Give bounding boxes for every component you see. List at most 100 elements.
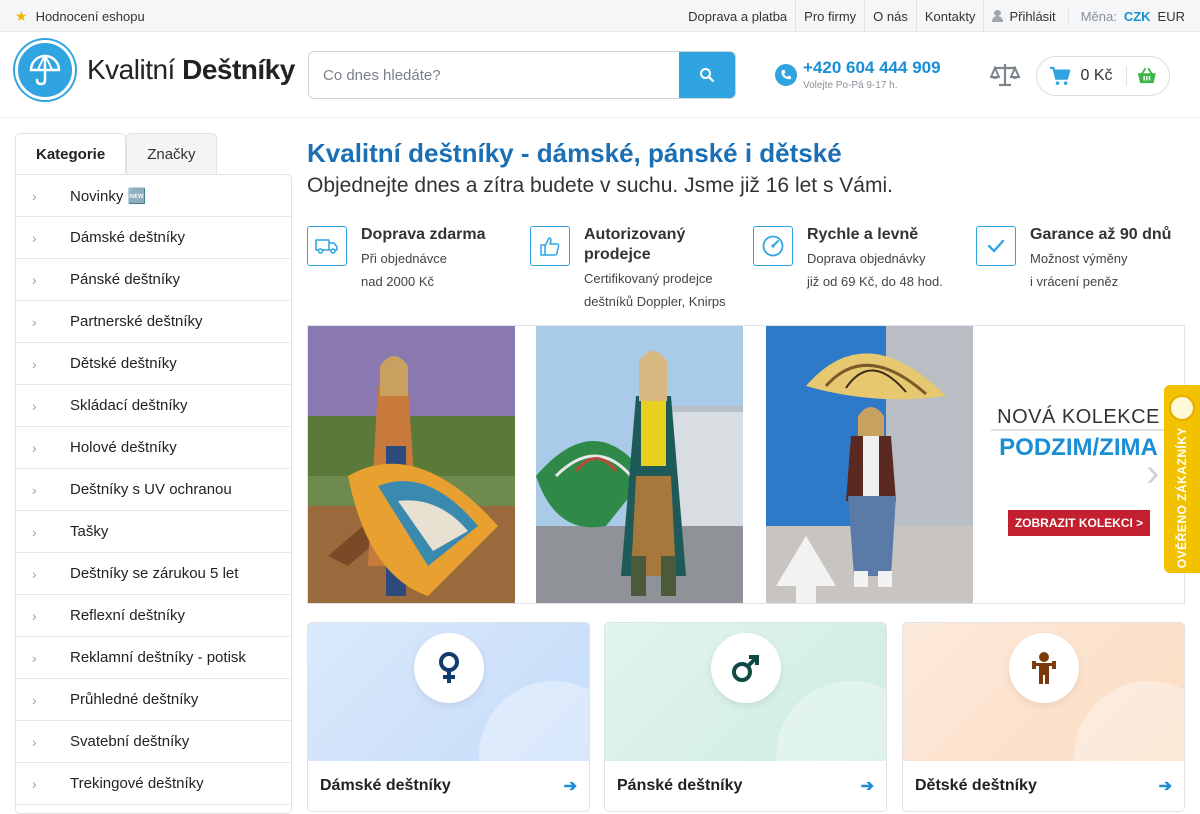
banner-divider [991, 429, 1166, 431]
arrow-right-icon: ➔ [563, 778, 577, 795]
card-label: Dámské deštníky [320, 777, 451, 794]
phone-contact[interactable]: +420 604 444 909 Volejte Po-Pá 9-17 h. [775, 58, 941, 91]
arrow-right-icon: ➔ [1158, 778, 1172, 795]
compare-scales-icon[interactable] [989, 62, 1021, 88]
link-business[interactable]: Pro firmy [795, 0, 864, 32]
cart-divider [1126, 66, 1128, 86]
currency-czk[interactable]: CZK [1124, 9, 1151, 24]
search-input[interactable] [309, 52, 679, 98]
verified-badge-label: OVĚŘENO ZÁKAZNÍKY [1175, 427, 1189, 569]
phone-icon [775, 64, 797, 86]
chevron-right-icon: › [32, 691, 37, 708]
card-footer: Dětské deštníky ➔ [903, 761, 1184, 811]
usp-line1: Certifikovaný prodejce [584, 271, 713, 286]
sidebar-item-label: Reklamní deštníky - potisk [70, 649, 246, 666]
banner-line2: PODZIM/ZIMA [999, 434, 1158, 461]
search-box [308, 51, 736, 99]
chevron-right-icon: › [32, 481, 37, 498]
female-icon [414, 633, 484, 703]
logo[interactable]: Kvalitní Deštníky [15, 40, 295, 100]
link-about[interactable]: O nás [864, 0, 916, 32]
sidebar-item-skladaci[interactable]: › Skládací deštníky [16, 385, 291, 427]
card-footer: Pánské deštníky ➔ [605, 761, 886, 811]
sidebar-item-label: Partnerské deštníky [70, 313, 203, 330]
sidebar-item-zaruka[interactable]: › Deštníky se zárukou 5 let [16, 553, 291, 595]
card-visual [903, 623, 1184, 761]
sidebar-item-label: Průhledné deštníky [70, 691, 199, 708]
chevron-right-icon: › [32, 733, 37, 750]
sidebar-item-label: Tašky [70, 523, 109, 540]
sidebar-item-reklamni[interactable]: › Reklamní deštníky - potisk [16, 637, 291, 679]
cart-total: 0 Kč [1080, 67, 1113, 84]
chevron-right-icon: › [32, 439, 37, 456]
chevron-right-icon: › [32, 523, 37, 540]
usp-line2: deštníků Doppler, Knirps [584, 294, 726, 309]
usp-line1: Při objednávce [361, 251, 447, 266]
chevron-right-icon: › [32, 271, 37, 288]
category-card-kids[interactable]: Dětské deštníky ➔ [902, 622, 1185, 812]
chevron-right-icon: › [32, 397, 37, 414]
verified-badge[interactable]: OVĚŘENO ZÁKAZNÍKY [1164, 385, 1200, 573]
card-decoration [776, 681, 886, 761]
header: Kvalitní Deštníky +420 604 444 909 Volej… [0, 32, 1200, 118]
currency-eur[interactable]: EUR [1158, 9, 1185, 24]
sidebar-item-holove[interactable]: › Holové deštníky [16, 427, 291, 469]
category-list: › Novinky 🆕 › Dámské deštníky › Pánské dešt… [15, 174, 292, 814]
thumbs-up-icon [530, 226, 570, 266]
sidebar-item-trekingove[interactable]: › Trekingové deštníky [16, 763, 291, 805]
chevron-right-icon[interactable]: › [1146, 451, 1159, 496]
cart-button[interactable]: 0 Kč [1036, 56, 1170, 96]
card-label: Dětské deštníky [915, 777, 1037, 794]
chevron-right-icon: › [32, 775, 37, 792]
login-link[interactable]: Přihlásit [983, 0, 1063, 32]
promo-banner[interactable]: NOVÁ KOLEKCE PODZIM/ZIMA ZOBRAZIT KOLEKC… [307, 325, 1185, 604]
sidebar-item-svatebni[interactable]: › Svatební deštníky [16, 721, 291, 763]
sidebar-item-tasky[interactable]: › Tašky [16, 511, 291, 553]
page-title: Kvalitní deštníky - dámské, pánské i dět… [307, 138, 842, 168]
category-card-women[interactable]: Dámské deštníky ➔ [307, 622, 590, 812]
banner-photo-woman-colorful-umbrella [308, 326, 515, 603]
sidebar-item-label: Pánské deštníky [70, 271, 181, 288]
usp-free-shipping: Doprava zdarma Při objednávce nad 2000 K… [307, 226, 517, 293]
basket-icon [1138, 67, 1157, 84]
banner-cta-button[interactable]: ZOBRAZIT KOLEKCI > [1008, 510, 1150, 536]
usp-line2: již od 69 Kč, do 48 hod. [807, 274, 943, 289]
link-contacts[interactable]: Kontakty [915, 0, 984, 32]
banner-photo-woman-yellow-umbrella [766, 326, 973, 603]
sidebar-item-uv[interactable]: › Deštníky s UV ochranou [16, 469, 291, 511]
sidebar-item-novinky[interactable]: › Novinky 🆕 [16, 175, 291, 217]
chevron-right-icon: › [32, 355, 37, 372]
sidebar-item-label: Deštníky se zárukou 5 let [70, 565, 239, 582]
sidebar-item-panske[interactable]: › Pánské deštníky [16, 259, 291, 301]
usp-title: Doprava zdarma [361, 226, 486, 243]
link-shipping[interactable]: Doprava a platba [680, 0, 795, 32]
sidebar-item-detske[interactable]: › Dětské deštníky [16, 343, 291, 385]
arrow-right-icon: ➔ [860, 778, 874, 795]
chevron-right-icon: › [32, 229, 37, 246]
user-icon [992, 10, 1004, 22]
card-label: Pánské deštníky [617, 777, 743, 794]
sidebar-item-label: Reflexní deštníky [70, 607, 186, 624]
tab-brands[interactable]: Značky [126, 133, 217, 175]
shop-rating-link[interactable]: ★ Hodnocení eshopu [15, 0, 145, 32]
card-decoration [1074, 681, 1184, 761]
card-decoration [479, 681, 589, 761]
currency-label: Měna: [1080, 8, 1117, 24]
usp-line1: Doprava objednávky [807, 251, 926, 266]
sidebar-item-damske[interactable]: › Dámské deštníky [16, 217, 291, 259]
cart-icon [1049, 66, 1071, 85]
phone-number[interactable]: +420 604 444 909 [803, 58, 941, 78]
usp-line2: i vrácení peněz [1030, 274, 1119, 289]
card-visual [308, 623, 589, 761]
card-visual [605, 623, 886, 761]
sidebar-item-reflexni[interactable]: › Reflexní deštníky [16, 595, 291, 637]
usp-title: Autorizovaný prodejce [584, 226, 686, 263]
tab-categories[interactable]: Kategorie [15, 133, 127, 175]
top-links: Doprava a platba Pro firmy O nás Kontakt… [680, 0, 1185, 32]
search-button[interactable] [679, 52, 735, 98]
logo-text-regular: Kvalitní [87, 54, 183, 85]
sidebar-item-pruhledne[interactable]: › Průhledné deštníky [16, 679, 291, 721]
sidebar-item-label: Dětské deštníky [70, 355, 177, 372]
category-card-men[interactable]: Pánské deštníky ➔ [604, 622, 887, 812]
sidebar-item-partnerske[interactable]: › Partnerské deštníky [16, 301, 291, 343]
